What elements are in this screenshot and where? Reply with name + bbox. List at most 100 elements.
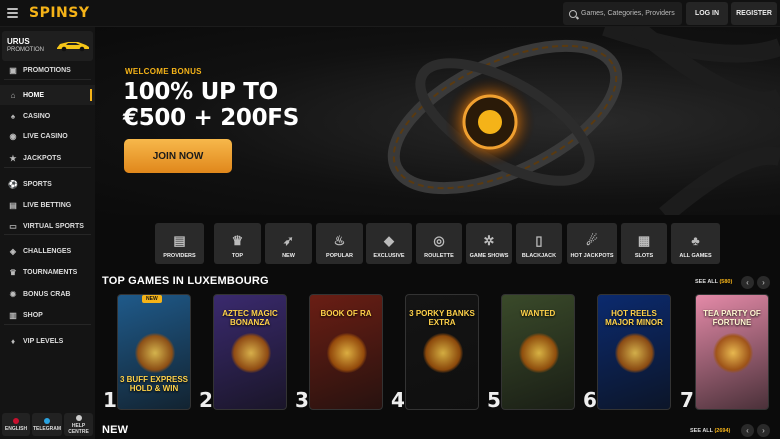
- site-logo[interactable]: SPINSY: [29, 5, 90, 21]
- game-title: HOT REELS MAJOR MINOR: [605, 309, 663, 327]
- game-title: WANTED: [520, 309, 556, 318]
- sidebar-item-live-betting[interactable]: ▤ LIVE BETTING: [0, 195, 95, 215]
- help-centre-button[interactable]: HELP CENTRE: [64, 413, 93, 436]
- sidebar-item-live-casino[interactable]: ◉ LIVE CASINO: [0, 126, 95, 146]
- hero-headline: 100% UP TO €500 + 200FS: [123, 79, 299, 131]
- sidebar-item-promotions[interactable]: ▣ PROMOTIONS: [0, 60, 95, 80]
- crown-icon: ♛: [231, 233, 244, 248]
- car-icon: [57, 42, 89, 52]
- sidebar-item-label: SPORTS: [23, 180, 52, 188]
- telegram-button[interactable]: TELEGRAM: [32, 413, 62, 436]
- category-providers[interactable]: ▤ PROVIDERS: [155, 223, 204, 264]
- welcome-bonus-banner[interactable]: WELCOME BONUS 100% UP TO €500 + 200FS JO…: [95, 27, 780, 215]
- game-title: 3 BUFF EXPRESS HOLD & WIN: [119, 375, 188, 393]
- game-rank: 4: [391, 388, 405, 412]
- new-chevron-left-icon[interactable]: ‹: [741, 424, 754, 437]
- login-button[interactable]: LOG IN: [686, 2, 728, 25]
- sidebar-item-label: TOURNAMENTS: [23, 268, 78, 276]
- game-rank: 6: [583, 388, 597, 412]
- register-button[interactable]: REGISTER: [731, 2, 777, 25]
- top-games-see-all-link[interactable]: SEE ALL (580): [695, 279, 732, 285]
- sidebar-item-bonus-crab[interactable]: ✹ BONUS CRAB: [0, 284, 95, 304]
- see-all-label: SEE ALL: [695, 279, 718, 285]
- category-hot-jackpots[interactable]: ☄ HOT JACKPOTS: [567, 223, 617, 264]
- language-selector[interactable]: ENGLISH: [2, 413, 30, 436]
- game-card[interactable]: AZTEC MAGIC BONANZA: [213, 294, 287, 410]
- category-label: SLOTS: [634, 253, 654, 259]
- join-now-button[interactable]: JOIN NOW: [124, 139, 232, 173]
- new-section-title: NEW: [102, 424, 129, 436]
- virtual-sports-icon: ▭: [9, 221, 17, 231]
- language-label: ENGLISH: [4, 425, 28, 432]
- telegram-label: TELEGRAM: [32, 425, 62, 432]
- game-card[interactable]: TEA PARTY OF FORTUNE: [695, 294, 769, 410]
- casino-icon: ♠: [10, 111, 16, 121]
- help-icon: [75, 414, 82, 421]
- game-artwork: [519, 333, 559, 373]
- game-card[interactable]: 3 PORKY BANKS EXTRA: [405, 294, 479, 410]
- book-icon: ▤: [173, 233, 186, 248]
- sidebar-divider: [4, 324, 91, 325]
- chevron-right-icon[interactable]: ›: [757, 276, 770, 289]
- help-label: HELP CENTRE: [68, 422, 89, 435]
- game-card[interactable]: BOOK OF RA: [309, 294, 383, 410]
- new-see-all-link[interactable]: SEE ALL (2694): [690, 428, 730, 434]
- category-label: ROULETTE: [424, 253, 454, 259]
- roulette-icon: ◎: [433, 233, 445, 248]
- sidebar-item-virtual-sports[interactable]: ▭ VIRTUAL SPORTS: [0, 216, 95, 236]
- sidebar-item-vip-levels[interactable]: ♦ VIP LEVELS: [0, 331, 95, 351]
- category-slots[interactable]: ▦ SLOTS: [621, 223, 667, 264]
- game-artwork: [327, 333, 367, 373]
- hero-line-1: 100% UP TO: [123, 79, 278, 105]
- game-card[interactable]: WANTED: [501, 294, 575, 410]
- new-chevron-right-icon[interactable]: ›: [757, 424, 770, 437]
- uk-flag-icon: [13, 417, 19, 424]
- category-label: POPULAR: [326, 253, 353, 259]
- game-artwork: [135, 333, 175, 373]
- search-input[interactable]: Games, Categories, Providers: [563, 2, 682, 25]
- game-artwork: [231, 333, 271, 373]
- game-title: 3 PORKY BANKS EXTRA: [409, 309, 475, 327]
- sidebar-item-jackpots[interactable]: ★ JACKPOTS: [0, 148, 95, 168]
- top-bar: SPINSY Games, Categories, Providers LOG …: [0, 0, 780, 27]
- sidebar-item-challenges[interactable]: ◈ CHALLENGES: [0, 241, 95, 261]
- see-all-count: (580): [719, 279, 733, 285]
- category-label: EXCLUSIVE: [373, 253, 405, 259]
- sidebar-item-sports[interactable]: ⚽ SPORTS: [0, 174, 95, 194]
- sidebar-divider: [4, 167, 91, 168]
- sidebar-item-casino[interactable]: ♠ CASINO: [0, 106, 95, 126]
- category-all-games[interactable]: ♣ ALL GAMES: [671, 223, 720, 264]
- gift-icon: ▣: [9, 65, 17, 75]
- hamburger-menu-icon[interactable]: [7, 8, 18, 18]
- game-rank: 5: [487, 388, 501, 412]
- chevron-left-icon[interactable]: ‹: [741, 276, 754, 289]
- category-roulette[interactable]: ◎ ROULETTE: [416, 223, 462, 264]
- category-top[interactable]: ♛ TOP: [214, 223, 261, 264]
- urus-promo-banner[interactable]: URUS PROMOTION: [2, 31, 93, 61]
- category-blackjack[interactable]: ▯ BLACKJACK: [516, 223, 562, 264]
- game-artwork: [423, 333, 463, 373]
- telegram-icon: [44, 417, 50, 424]
- sidebar-item-label: VIRTUAL SPORTS: [23, 222, 84, 230]
- category-exclusive[interactable]: ◆ EXCLUSIVE: [366, 223, 412, 264]
- sidebar-item-label: JACKPOTS: [23, 154, 62, 162]
- live-casino-icon: ◉: [9, 131, 17, 141]
- rocket-icon: ➶: [283, 233, 294, 248]
- game-card[interactable]: HOT REELS MAJOR MINOR: [597, 294, 671, 410]
- category-label: BLACKJACK: [521, 253, 557, 259]
- sidebar: URUS PROMOTION ▣ PROMOTIONS ⌂ HOME ♠ CASINO ◉ L…: [0, 27, 95, 439]
- sidebar-item-shop[interactable]: ▥ SHOP: [0, 305, 95, 325]
- sidebar-divider: [4, 234, 91, 235]
- sidebar-item-tournaments[interactable]: ♛ TOURNAMENTS: [0, 262, 95, 282]
- spinning-ring-artwork: [387, 27, 780, 215]
- category-game-shows[interactable]: ✲ GAME SHOWS: [466, 223, 512, 264]
- game-card[interactable]: 3 BUFF EXPRESS HOLD & WIN NEW: [117, 294, 191, 410]
- sidebar-item-home[interactable]: ⌂ HOME: [0, 85, 95, 105]
- sidebar-item-label: CASINO: [23, 112, 51, 120]
- category-popular[interactable]: ♨ POPULAR: [316, 223, 363, 264]
- category-new[interactable]: ➶ NEW: [265, 223, 312, 264]
- slot-icon: ▦: [637, 233, 651, 248]
- ferris-wheel-icon: ✲: [483, 233, 495, 248]
- category-label: ALL GAMES: [679, 253, 712, 259]
- category-label: GAME SHOWS: [469, 253, 509, 259]
